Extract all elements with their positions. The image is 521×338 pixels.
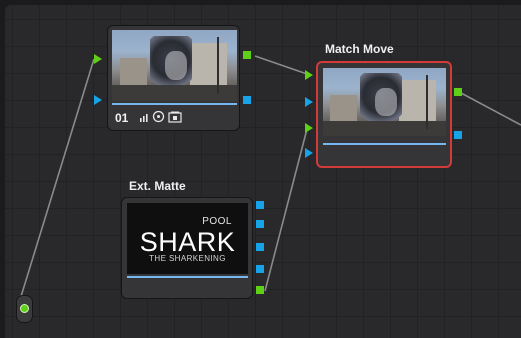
ext-matte-node[interactable]: POOL SHARK THE SHARKENING bbox=[121, 197, 253, 299]
match-move-rgb-input[interactable] bbox=[305, 70, 313, 80]
bars-icon bbox=[139, 110, 149, 128]
ext-matte-label: Ext. Matte bbox=[129, 179, 186, 193]
node-01-thumbnail bbox=[112, 30, 237, 101]
match-move-progress-bar bbox=[323, 143, 446, 145]
timer-icon bbox=[152, 110, 165, 128]
ext-matte-rgb-output[interactable] bbox=[256, 286, 264, 294]
ext-matte-output-2[interactable] bbox=[256, 220, 264, 228]
node-01-alpha-input[interactable] bbox=[94, 95, 102, 105]
ext-matte-output-4[interactable] bbox=[256, 265, 264, 273]
ext-matte-thumbnail: POOL SHARK THE SHARKENING bbox=[127, 203, 248, 274]
node-01-rgb-input[interactable] bbox=[94, 54, 102, 64]
source-output-port[interactable] bbox=[20, 304, 29, 313]
cache-icon bbox=[168, 110, 182, 128]
ext-matte-progress-bar bbox=[127, 276, 248, 278]
wire-node01-to-matchmove[interactable] bbox=[254, 55, 308, 75]
slate-pool-text: POOL bbox=[202, 216, 232, 227]
ext-matte-output-3[interactable] bbox=[256, 243, 264, 251]
match-move-rgb-output[interactable] bbox=[454, 88, 462, 96]
source-node[interactable] bbox=[16, 295, 33, 323]
node-01[interactable]: 01 bbox=[107, 25, 240, 131]
wire-matchmove-output[interactable] bbox=[460, 92, 521, 126]
match-move-label: Match Move bbox=[325, 42, 394, 56]
match-move-thumbnail bbox=[323, 68, 446, 136]
match-move-alpha-output[interactable] bbox=[454, 131, 462, 139]
wire-matte-to-matchmove[interactable] bbox=[264, 128, 308, 292]
node-01-status-icons bbox=[139, 110, 182, 128]
node-01-alpha-output[interactable] bbox=[243, 96, 251, 104]
node-01-rgb-output[interactable] bbox=[243, 51, 251, 59]
match-move-node[interactable] bbox=[316, 61, 452, 168]
match-move-alpha-input-1[interactable] bbox=[305, 97, 313, 107]
node-01-progress-bar bbox=[112, 103, 237, 105]
node-graph-canvas[interactable]: 01 Match Move Ext. Matte POOL SHARK THE … bbox=[5, 5, 521, 338]
node-number: 01 bbox=[115, 111, 129, 125]
ext-matte-output-1[interactable] bbox=[256, 201, 264, 209]
match-move-key-input[interactable] bbox=[305, 123, 313, 133]
match-move-alpha-input-2[interactable] bbox=[305, 148, 313, 158]
wire-source-to-node01[interactable] bbox=[18, 58, 95, 304]
slate-subtitle-text: THE SHARKENING bbox=[149, 254, 226, 263]
